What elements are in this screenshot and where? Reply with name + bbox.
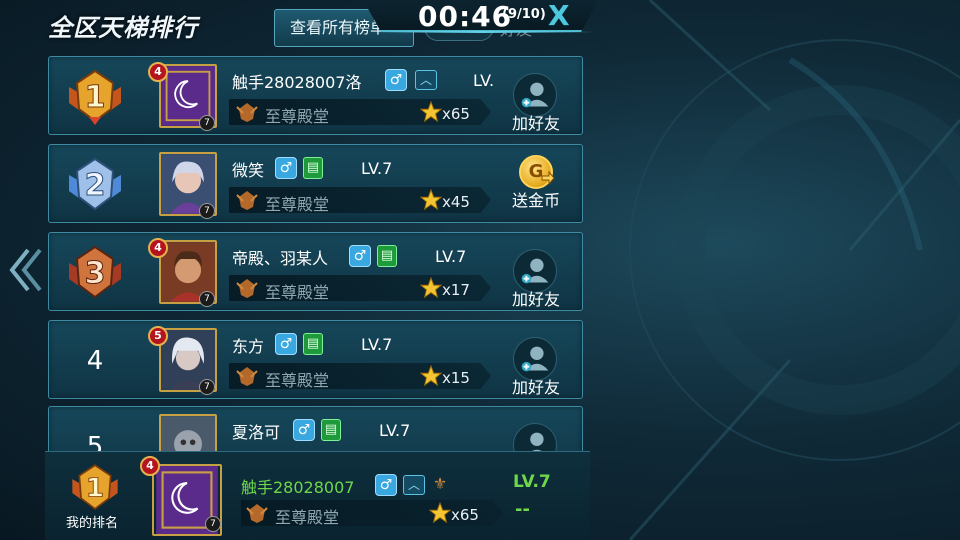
my-rank-number: 1 — [86, 474, 104, 504]
my-tier-name: 至尊殿堂 — [275, 508, 340, 527]
player-level: LV.7 — [379, 421, 411, 440]
player-name: 夏洛可 — [232, 423, 281, 442]
player-name: 触手28028007洛 — [232, 73, 362, 92]
rank-medal-number: 1 — [85, 80, 106, 115]
my-player-name: 触手28028007 — [241, 478, 355, 497]
green-status-tag: ▤ — [321, 419, 341, 441]
tier-emblem-icon: ⚜ — [432, 474, 448, 493]
my-star-level-badge: 7 — [205, 516, 221, 532]
ranking-row[interactable]: 4 5 7 东方 ♂ ▤ LV.7 至尊殿堂 x15 加好友 — [48, 320, 583, 399]
add-friend-button[interactable]: 加好友 — [501, 329, 571, 397]
my-star-count: x65 — [451, 506, 479, 524]
chevron-up-icon: ︿ — [415, 70, 437, 90]
player-level: LV.7 — [361, 159, 393, 178]
tier-name: 至尊殿堂 — [265, 107, 330, 126]
add-friend-button[interactable] — [501, 415, 571, 456]
star-icon — [420, 189, 442, 211]
back-arrow-icon[interactable] — [6, 246, 44, 294]
player-name: 东方 — [232, 337, 265, 356]
green-status-tag: ▤ — [303, 157, 323, 179]
close-icon[interactable]: X — [548, 2, 570, 30]
send-arrow-icon — [541, 171, 555, 185]
star-count: x17 — [442, 281, 470, 299]
rank-number: 4 — [86, 346, 104, 376]
my-rank-label: 我的排名 — [66, 516, 119, 531]
male-icon: ♂ — [293, 419, 315, 441]
send-gold-button[interactable]: G 送金币 — [501, 153, 571, 219]
add-friend-button[interactable]: 加好友 — [501, 241, 571, 309]
my-rank-panel: 1 我的排名 4 7 触手28028007 ♂ ︿ ⚜ LV.7 至尊殿堂 x6… — [45, 451, 590, 540]
male-icon: ♂ — [275, 333, 297, 355]
chevron-up-icon: ︿ — [403, 475, 425, 495]
player-name: 微笑 — [232, 161, 265, 180]
add-friend-label: 加好友 — [511, 290, 560, 309]
ranking-row[interactable]: 1 4 7 触手28028007洛 ♂ ︿ LV. 至尊殿堂 x65 加好友 — [48, 56, 583, 135]
male-icon: ♂ — [275, 157, 297, 179]
level-badge: 5 — [148, 326, 168, 346]
green-status-tag: ▤ — [303, 333, 323, 355]
star-level-badge: 7 — [199, 291, 215, 307]
star-icon — [420, 365, 442, 387]
add-friend-button[interactable]: 加好友 — [501, 65, 571, 133]
male-icon: ♂ — [385, 69, 407, 91]
star-level-badge: 7 — [199, 203, 215, 219]
rank-medal-icon: 3 — [69, 245, 121, 299]
ranking-row[interactable]: 2 7 微笑 ♂ ▤ LV.7 至尊殿堂 x45 G 送金币 — [48, 144, 583, 223]
tier-name: 至尊殿堂 — [265, 195, 330, 214]
star-icon — [429, 502, 451, 524]
add-friend-label: 加好友 — [511, 114, 560, 133]
tier-emblem-icon — [246, 504, 268, 523]
countdown-timer: 00:46 — [418, 0, 513, 33]
ranking-list[interactable]: 1 4 7 触手28028007洛 ♂ ︿ LV. 至尊殿堂 x65 加好友 2… — [48, 56, 583, 456]
add-friend-label: 加好友 — [511, 378, 560, 397]
rank-medal-number: 2 — [85, 168, 106, 203]
tier-name: 至尊殿堂 — [265, 371, 330, 390]
rank-medal-icon: 2 — [69, 157, 121, 211]
rank-medal-number: 3 — [85, 256, 106, 291]
male-icon: ♂ — [349, 245, 371, 267]
timer-progress-count: (9/10) — [502, 7, 546, 22]
male-icon: ♂ — [375, 474, 397, 496]
tier-emblem-icon — [236, 279, 258, 298]
star-count: x45 — [442, 193, 470, 211]
star-icon — [420, 277, 442, 299]
tier-name: 至尊殿堂 — [265, 283, 330, 302]
star-count: x15 — [442, 369, 470, 387]
star-level-badge: 7 — [199, 379, 215, 395]
my-player-level: LV.7 — [513, 472, 551, 492]
tier-emblem-icon — [236, 191, 258, 210]
ranking-row[interactable]: 5 夏洛可 ♂ ▤ LV.7 — [48, 406, 583, 456]
tier-emblem-icon — [236, 103, 258, 122]
my-rank-change: -- — [515, 499, 530, 520]
my-level-badge: 4 — [140, 456, 160, 476]
send-gold-label: 送金币 — [511, 191, 560, 210]
rank-medal-icon: 1 — [72, 464, 118, 510]
background-decoration — [628, 0, 960, 540]
player-name: 帝殿、羽某人 — [232, 249, 329, 268]
rank-medal-icon: 1 — [69, 69, 121, 125]
green-status-tag: ▤ — [377, 245, 397, 267]
star-count: x65 — [442, 105, 470, 123]
level-badge: 4 — [148, 62, 168, 82]
avatar[interactable] — [159, 414, 217, 456]
level-badge: 4 — [148, 238, 168, 258]
player-level: LV.7 — [435, 247, 467, 266]
player-level: LV. — [473, 71, 495, 90]
star-level-badge: 7 — [199, 115, 215, 131]
ranking-row[interactable]: 3 4 7 帝殿、羽某人 ♂ ▤ LV.7 至尊殿堂 x17 加好友 — [48, 232, 583, 311]
star-icon — [420, 101, 442, 123]
tier-emblem-icon — [236, 367, 258, 386]
page-title: 全区天梯排行 — [48, 14, 198, 42]
player-level: LV.7 — [361, 335, 393, 354]
